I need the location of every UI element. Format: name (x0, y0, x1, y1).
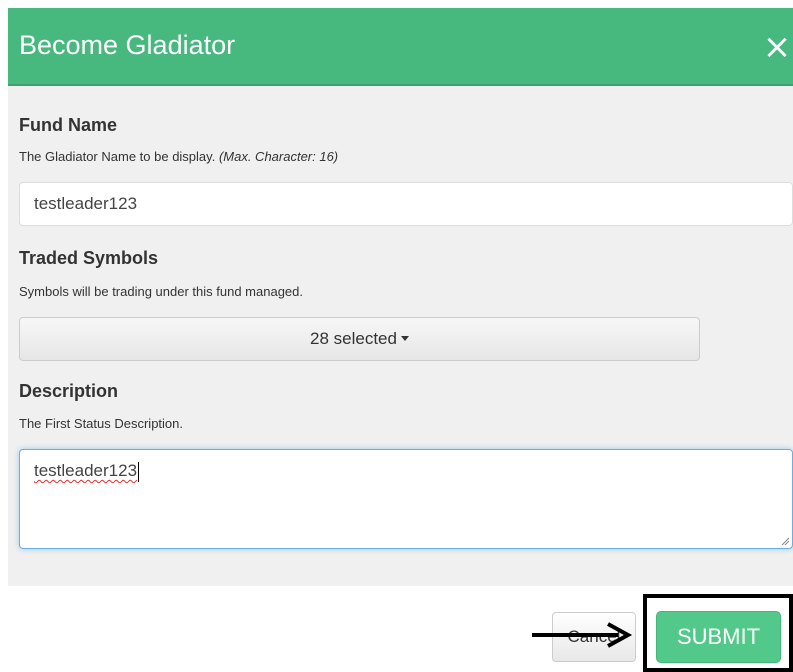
fund-name-label: Fund Name (19, 115, 118, 135)
modal-title: Become Gladiator (19, 30, 236, 60)
fund-name-help: The Gladiator Name to be display. (Max. … (19, 149, 338, 165)
modal-body: Fund Name The Gladiator Name to be displ… (8, 86, 793, 586)
text-cursor (138, 461, 140, 482)
close-icon[interactable]: × (762, 30, 792, 64)
traded-symbols-selected: 28 selected (310, 329, 397, 348)
highlight-box (643, 594, 793, 672)
description-help: The First Status Description. (19, 416, 183, 431)
fund-name-help-text: The Gladiator Name to be display. (19, 149, 216, 164)
right-arrow-icon (532, 622, 633, 648)
fund-name-value: testleader123 (34, 194, 138, 213)
resize-handle-icon[interactable] (781, 537, 789, 545)
fund-name-input[interactable]: testleader123 (19, 182, 793, 226)
traded-symbols-help: Symbols will be trading under this fund … (19, 284, 303, 299)
description-label: Description (19, 381, 119, 401)
traded-symbols-select[interactable]: 28 selected (19, 317, 700, 361)
fund-name-help-note: (Max. Character: 16) (218, 149, 339, 164)
description-value: testleader123 (34, 461, 138, 480)
description-textarea[interactable]: testleader123 (19, 449, 793, 549)
modal-header: Become Gladiator × (8, 8, 793, 86)
traded-symbols-label: Traded Symbols (19, 248, 159, 268)
caret-down-icon (400, 336, 409, 342)
